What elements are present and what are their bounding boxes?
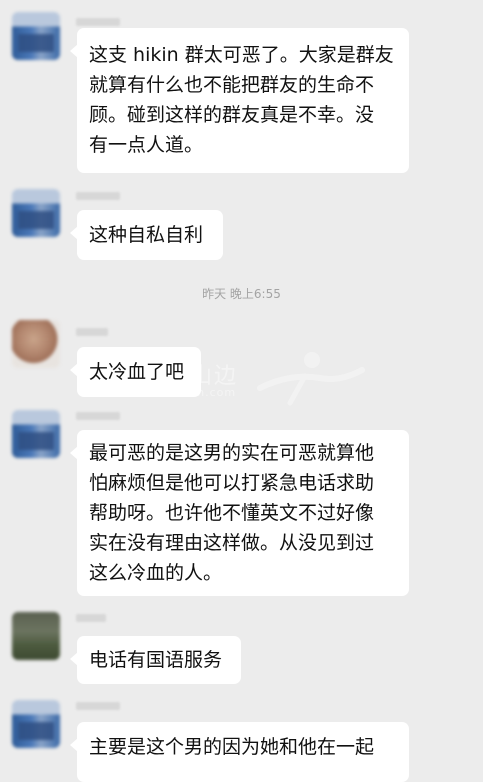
sender-avatar[interactable]	[12, 700, 60, 748]
message-text-line: 实在没有理由这样做。从没见到过	[89, 532, 375, 554]
timestamp: 昨天 晚上6:55	[202, 287, 281, 301]
message-text-line: 顾。碰到这样的群友真是不幸。没	[89, 104, 375, 126]
message-bubble[interactable]: 电话有国语服务	[70, 636, 241, 684]
sender-name-blurred	[76, 614, 106, 622]
message-bubble[interactable]: 太冷血了吧	[70, 347, 201, 397]
sender-avatar[interactable]	[12, 410, 60, 458]
sender-avatar[interactable]	[12, 612, 60, 660]
message-text-line: 怕麻烦但是他可以打紧急电话求助	[89, 472, 375, 494]
runner-watermark-icon	[257, 352, 365, 406]
sender-name-blurred	[76, 702, 120, 710]
sender-name-blurred	[76, 192, 120, 200]
message-bubble[interactable]: 这种自私自利	[70, 210, 223, 260]
sender-avatar[interactable]	[12, 189, 60, 237]
message-text-line: 帮助呀。也许他不懂英文不过好像	[89, 502, 375, 524]
message-text-line: 有一点人道。	[89, 134, 204, 156]
message-bubble[interactable]: 主要是这个男的因为她和他在一起	[70, 722, 409, 782]
message-text-line: 这么冷血的人。	[89, 562, 223, 584]
sender-name-blurred	[76, 328, 108, 336]
message-text-line: 电话有国语服务	[89, 649, 223, 671]
sender-name-blurred	[76, 18, 120, 26]
message-bubble[interactable]: 这支 hikin 群太可恶了。大家是群友 就算有什么也不能把群友的生命不 顾。碰…	[70, 28, 409, 173]
message-text-line: 这支 hikin 群太可恶了。大家是群友	[89, 44, 394, 66]
message-text-line: 最可恶的是这男的实在可恶就算他	[89, 442, 375, 464]
sender-avatar[interactable]	[12, 12, 60, 60]
message-text-line: 这种自私自利	[89, 224, 204, 246]
sender-name-blurred	[76, 412, 120, 420]
message-text-line: 太冷血了吧	[89, 361, 185, 383]
message-text-line: 就算有什么也不能把群友的生命不	[89, 74, 375, 96]
message-bubble[interactable]: 最可恶的是这男的实在可恶就算他 怕麻烦但是他可以打紧急电话求助 帮助呀。也许他不…	[70, 430, 409, 596]
message-text-line: 主要是这个男的因为她和他在一起	[89, 736, 375, 758]
sender-avatar[interactable]	[12, 320, 60, 368]
chat-history[interactable]: 这支 hikin 群太可恶了。大家是群友 就算有什么也不能把群友的生命不 顾。碰…	[0, 0, 483, 782]
